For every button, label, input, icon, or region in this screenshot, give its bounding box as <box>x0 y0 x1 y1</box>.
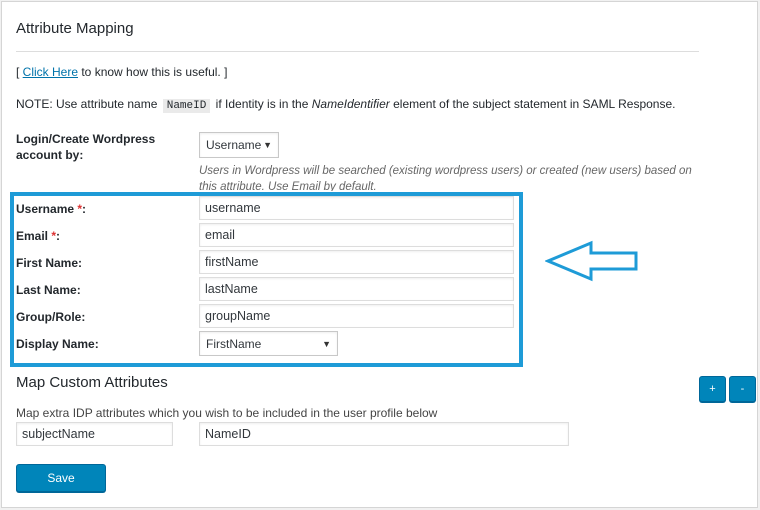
click-here-link[interactable]: Click Here <box>23 65 78 79</box>
custom-attribute-value-input[interactable]: NameID <box>199 422 569 446</box>
login-create-label: Login/Create Wordpress account by: <box>16 132 156 162</box>
note-line: NOTE: Use attribute name NameID if Ident… <box>16 97 676 113</box>
note-text: element of the subject statement in SAML… <box>389 97 676 111</box>
save-button[interactable]: Save <box>16 464 106 492</box>
custom-attribute-name-input[interactable]: subjectName <box>16 422 173 446</box>
note-text: Use attribute name <box>52 97 161 111</box>
help-line: [ Click Here to know how this is useful.… <box>16 65 227 79</box>
add-attribute-button[interactable]: + <box>699 376 726 402</box>
login-by-select[interactable]: Username ▼ <box>199 132 279 158</box>
note-text: if Identity is in the <box>212 97 312 111</box>
login-description: Users in Wordpress will be searched (exi… <box>199 165 692 191</box>
remove-attribute-button[interactable]: - <box>729 376 756 402</box>
nameid-code: NameID <box>162 99 211 113</box>
note-label: NOTE: <box>16 97 53 111</box>
section-title: Attribute Mapping <box>16 20 134 37</box>
help-prefix: [ <box>16 65 23 79</box>
map-custom-description: Map extra IDP attributes which you wish … <box>16 406 438 420</box>
highlight-box <box>10 192 523 367</box>
nameidentifier-text: NameIdentifier <box>311 97 390 111</box>
left-arrow-icon <box>545 240 638 282</box>
login-by-selected: Username <box>206 138 262 152</box>
help-suffix: to know how this is useful. ] <box>78 65 228 79</box>
map-custom-title: Map Custom Attributes <box>16 374 168 391</box>
chevron-down-icon: ▼ <box>263 140 272 150</box>
divider <box>16 51 699 52</box>
attribute-mapping-panel: Attribute Mapping [ Click Here to know h… <box>1 1 758 508</box>
